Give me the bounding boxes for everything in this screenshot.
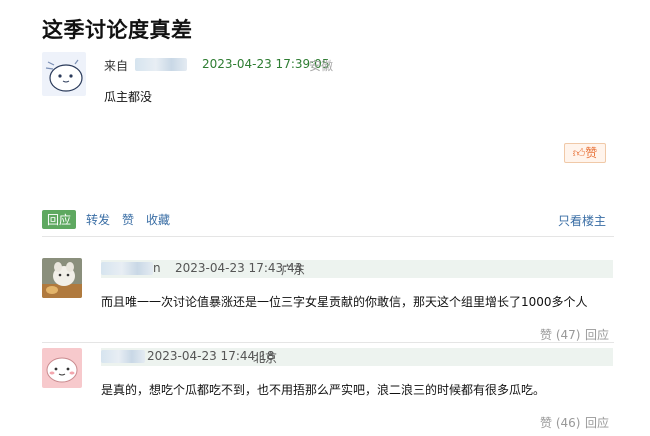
reply-location: 北京 xyxy=(253,351,278,365)
reply-avatar[interactable] xyxy=(42,348,82,388)
avatar-image xyxy=(42,52,86,96)
post-body: 瓜主都没 xyxy=(104,90,153,104)
reply-button[interactable]: 回应 xyxy=(42,210,77,229)
from-label: 来自 xyxy=(104,59,129,73)
reply-reply-link[interactable]: 回应 xyxy=(585,414,609,431)
collect-link[interactable]: 收藏 xyxy=(146,213,170,227)
thumbs-up-icon: 👍︎ xyxy=(572,146,586,160)
reply-body: 而且唯一一次讨论值暴涨还是一位三字女星贡献的你敢信，那天这个组里增长了1000多… xyxy=(101,295,588,309)
post-title: 这季讨论度真差 xyxy=(42,18,193,42)
reply-author-fragment: n xyxy=(153,261,161,275)
reply-avatar[interactable] xyxy=(42,258,82,298)
avatar-image xyxy=(42,348,82,388)
only-op-link[interactable]: 只看楼主 xyxy=(558,212,606,229)
reply-body: 是真的，想吃个瓜都吃不到，也不用捂那么严实吧，浪二浪三的时候都有很多瓜吃。 xyxy=(101,383,546,397)
like-button[interactable]: 👍︎赞 xyxy=(564,143,606,163)
like-link[interactable]: 赞 xyxy=(122,213,134,227)
reply-like-count[interactable]: 赞 (46) xyxy=(540,414,580,431)
share-link[interactable]: 转发 xyxy=(86,213,110,227)
reply-like-count[interactable]: 赞 (47) xyxy=(540,326,580,343)
reply-header: 2023-04-23 17:44:18 北京 xyxy=(101,348,613,366)
reply-author-blurred[interactable] xyxy=(101,350,145,363)
post-location: 安徽 xyxy=(309,59,334,73)
reply-reply-link[interactable]: 回应 xyxy=(585,326,609,343)
divider xyxy=(42,342,614,343)
reply-author-blurred[interactable] xyxy=(101,262,153,275)
action-bar: 回应 转发赞收藏 xyxy=(42,210,182,229)
like-button-label: 赞 xyxy=(585,146,598,160)
author-avatar[interactable] xyxy=(42,52,86,96)
author-name-blurred[interactable] xyxy=(135,58,187,71)
reply-header: n 2023-04-23 17:43:43 广东 xyxy=(101,260,613,278)
reply-location: 广东 xyxy=(281,263,306,277)
divider xyxy=(42,236,614,237)
avatar-image xyxy=(42,258,82,298)
